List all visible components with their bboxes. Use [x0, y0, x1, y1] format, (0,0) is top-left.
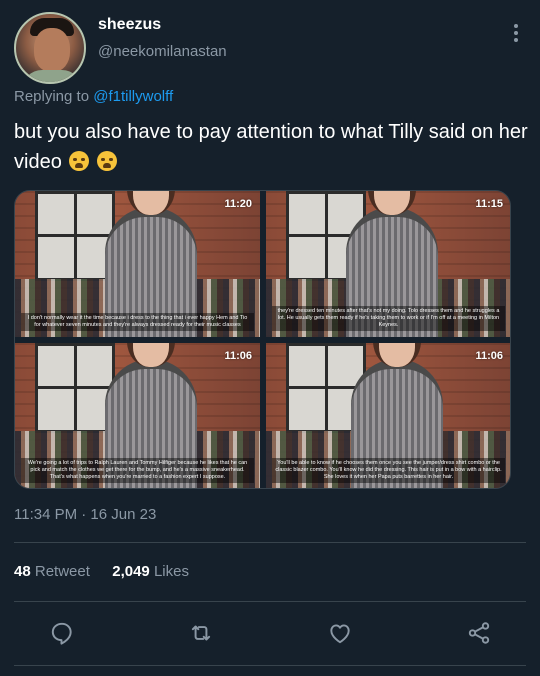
media-frame-3[interactable]: 11:06 We're going a lot of trips to Ralp… — [15, 343, 260, 488]
tweet-text-body: but you also have to pay attention to wh… — [14, 121, 528, 173]
like-label[interactable]: Likes — [154, 563, 189, 580]
tweet-timestamp[interactable]: 11:34 PM · 16 Jun 23 — [14, 506, 156, 523]
media-grid: 11:20 I don't normally wear it the time … — [14, 190, 511, 489]
window-background — [35, 343, 115, 433]
video-timestamp: 11:06 — [475, 350, 503, 362]
window-background — [35, 191, 115, 281]
share-icon — [468, 622, 490, 644]
loudly-crying-face-icon — [69, 151, 90, 171]
avatar-shirt — [22, 70, 82, 82]
user-handle[interactable]: @neekomilanastan — [98, 43, 227, 60]
video-timestamp: 11:06 — [224, 350, 252, 362]
video-caption: We're going a lot of trips to Ralph Laur… — [21, 458, 254, 483]
replying-to: Replying to @f1tillywolff — [14, 88, 173, 105]
divider — [14, 665, 526, 666]
retweet-count[interactable]: 48 — [14, 563, 31, 580]
reply-mention-link[interactable]: @f1tillywolff — [93, 88, 173, 105]
avatar-face — [34, 28, 70, 72]
video-timestamp: 11:15 — [475, 198, 503, 210]
action-bar — [14, 617, 526, 649]
loudly-crying-face-icon — [96, 151, 117, 171]
share-button[interactable] — [463, 617, 495, 649]
reply-icon — [51, 622, 72, 645]
video-caption: You'll be able to know if he chooses the… — [272, 458, 505, 483]
replying-to-label: Replying to — [14, 88, 90, 105]
video-caption: they're dressed ten minutes after that's… — [272, 306, 505, 331]
media-frame-1[interactable]: 11:20 I don't normally wear it the time … — [15, 191, 260, 337]
divider — [14, 542, 526, 543]
retweet-label[interactable]: Retweet — [35, 563, 90, 580]
video-caption: I don't normally wear it the time becaus… — [21, 313, 254, 331]
retweet-icon — [191, 625, 211, 641]
media-frame-4[interactable]: 11:06 You'll be able to know if he choos… — [266, 343, 510, 488]
more-options-icon[interactable] — [506, 24, 526, 48]
divider — [14, 601, 526, 602]
reply-button[interactable] — [46, 617, 78, 649]
like-icon — [330, 624, 350, 644]
display-name[interactable]: sheezus — [98, 16, 161, 34]
tweet-header: sheezus @neekomilanastan — [14, 12, 526, 84]
tweet-text: but you also have to pay attention to wh… — [14, 117, 529, 177]
engagement-stats: 48 Retweet 2,049 Likes — [14, 563, 189, 580]
avatar[interactable] — [14, 12, 86, 84]
retweet-button[interactable] — [185, 617, 217, 649]
media-frame-2[interactable]: 11:15 they're dressed ten minutes after … — [266, 191, 510, 337]
like-count[interactable]: 2,049 — [112, 563, 150, 580]
like-button[interactable] — [324, 617, 356, 649]
video-timestamp: 11:20 — [224, 198, 252, 210]
